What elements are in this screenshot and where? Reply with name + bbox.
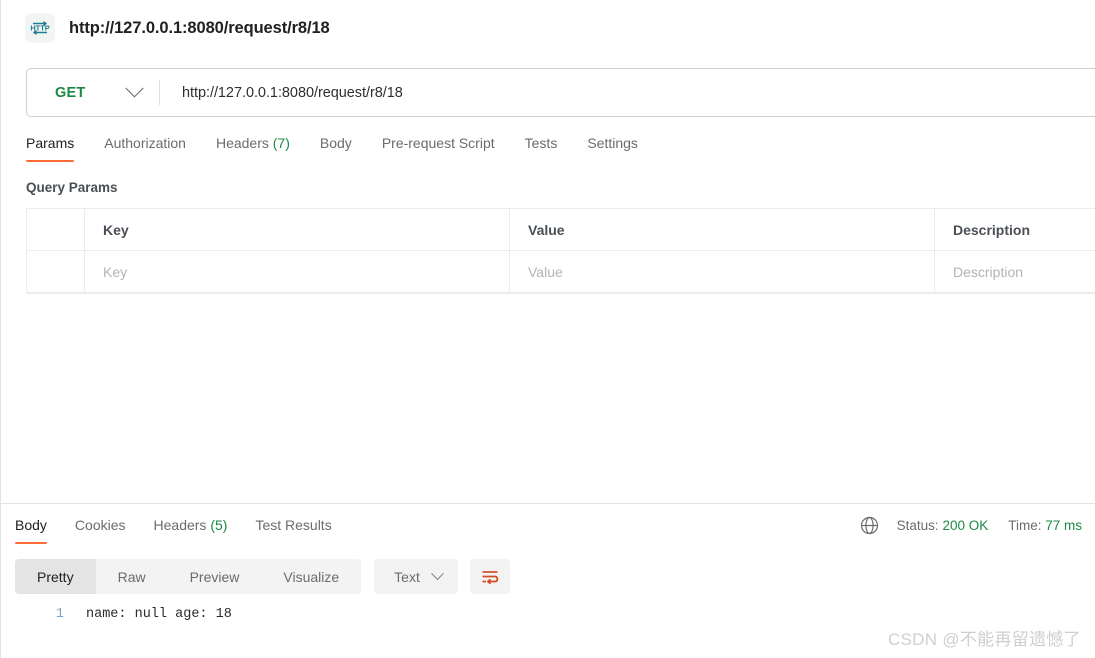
format-selector[interactable]: Text: [374, 559, 458, 594]
tab-params-label: Params: [26, 135, 75, 151]
tab-authorization[interactable]: Authorization: [104, 132, 186, 162]
tab-pre-request-script[interactable]: Pre-request Script: [382, 132, 495, 162]
tab-settings[interactable]: Settings: [587, 132, 638, 162]
response-status-block: Status: 200 OK Time: 77 ms: [860, 516, 1082, 535]
request-titlebar: HTTP http://127.0.0.1:8080/request/r8/18: [1, 0, 1095, 56]
http-icon: HTTP: [25, 13, 55, 43]
time-label: Time:: [1008, 518, 1042, 533]
word-wrap-icon: [482, 570, 498, 584]
column-header-key: Key: [85, 209, 510, 250]
tab-pre-request-script-label: Pre-request Script: [381, 135, 495, 151]
row-value-input[interactable]: Value: [510, 251, 935, 292]
view-mode-group: Pretty Raw Preview Visualize: [15, 559, 362, 594]
time-value: 77 ms: [1045, 518, 1082, 533]
globe-icon[interactable]: [860, 516, 879, 535]
tab-body-label: Body: [319, 135, 352, 151]
response-tab-body-label: Body: [15, 517, 47, 533]
tab-tests-label: Tests: [524, 135, 558, 151]
tab-params[interactable]: Params: [26, 132, 75, 162]
tab-headers-label: Headers: [215, 135, 269, 151]
watermark: CSDN @不能再留遗憾了: [887, 630, 1081, 649]
url-input[interactable]: http://127.0.0.1:8080/request/r8/18: [160, 69, 1095, 116]
view-mode-pretty[interactable]: Pretty: [15, 559, 96, 594]
page-title: http://127.0.0.1:8080/request/r8/18: [69, 18, 330, 37]
svg-text:HTTP: HTTP: [30, 24, 49, 33]
response-tab-headers[interactable]: Headers (5): [154, 514, 228, 544]
line-content: name: null age: 18: [86, 607, 232, 622]
line-number: 1: [55, 607, 64, 622]
status-label: Status:: [896, 518, 939, 533]
method-selector[interactable]: GET: [27, 69, 159, 116]
response-tab-headers-count: (5): [210, 517, 228, 533]
column-header-checkbox: [27, 209, 85, 250]
chevron-down-icon: [125, 79, 144, 98]
response-tab-headers-label: Headers: [153, 517, 207, 533]
response-tab-test-results[interactable]: Test Results: [255, 514, 331, 544]
response-tab-test-results-label: Test Results: [255, 517, 332, 533]
tab-headers[interactable]: Headers (7): [216, 132, 290, 162]
url-bar: GET http://127.0.0.1:8080/request/r8/18: [26, 68, 1095, 117]
response-tabs: Body Cookies Headers (5) Test Results: [15, 514, 360, 544]
view-mode-raw[interactable]: Raw: [96, 559, 168, 594]
tab-headers-count: (7): [272, 135, 290, 151]
table-row[interactable]: Key Value Description: [27, 251, 1095, 293]
method-label: GET: [55, 84, 86, 101]
column-header-description: Description: [953, 221, 1031, 238]
tab-settings-label: Settings: [587, 135, 638, 151]
view-mode-preview[interactable]: Preview: [168, 559, 262, 594]
query-params-table: Key Value Description Key Value Descript…: [26, 208, 1095, 294]
query-params-heading: Query Params: [26, 180, 118, 195]
status-badge[interactable]: Status: 200 OK: [897, 518, 989, 533]
response-tab-body[interactable]: Body: [15, 514, 47, 544]
column-header-value: Value: [510, 209, 935, 250]
response-divider[interactable]: [1, 503, 1095, 504]
row-checkbox-cell[interactable]: [27, 251, 85, 292]
tab-tests[interactable]: Tests: [525, 132, 558, 162]
view-mode-visualize[interactable]: Visualize: [261, 559, 361, 594]
code-line: 1 name: null age: 18: [1, 602, 1095, 625]
tab-authorization-label: Authorization: [104, 135, 186, 151]
word-wrap-toggle[interactable]: [469, 559, 510, 594]
response-tab-cookies-label: Cookies: [74, 517, 126, 533]
tab-body[interactable]: Body: [320, 132, 352, 162]
time-badge[interactable]: Time: 77 ms: [1008, 518, 1082, 533]
table-header-row: Key Value Description: [27, 209, 1095, 251]
response-viewer-toolbar: Pretty Raw Preview Visualize Text: [15, 559, 510, 594]
row-description-input[interactable]: Description: [935, 251, 1095, 292]
status-value: 200 OK: [942, 518, 989, 533]
format-selector-label: Text: [394, 568, 420, 585]
chevron-down-icon: [430, 567, 444, 581]
row-key-input[interactable]: Key: [85, 251, 510, 292]
request-tabs: Params Authorization Headers (7) Body Pr…: [26, 132, 638, 162]
response-tab-cookies[interactable]: Cookies: [75, 514, 126, 544]
postman-request-pane: HTTP http://127.0.0.1:8080/request/r8/18…: [0, 0, 1095, 658]
